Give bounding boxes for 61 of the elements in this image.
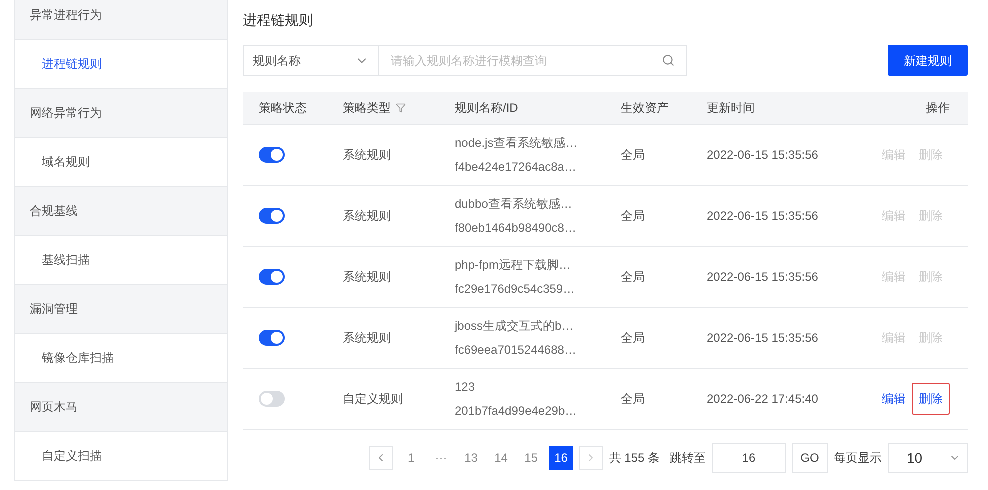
column-header: 生效资产 xyxy=(621,100,669,117)
column-header: 规则名称/ID xyxy=(455,100,518,117)
rule-id: f80eb1464b98490c8… xyxy=(455,220,578,237)
table-cell: 系统规则 xyxy=(343,331,391,345)
sidebar-item[interactable]: 网页木马 xyxy=(15,383,227,432)
table-cell: 2022-06-15 15:35:56 xyxy=(707,148,818,162)
search-icon xyxy=(662,54,675,67)
table-cell: 全局 xyxy=(621,148,645,162)
rule-id: fc69eea7015244688… xyxy=(455,342,578,359)
jump-label: 跳转至 xyxy=(670,450,706,467)
table-cell: 全局 xyxy=(621,331,645,345)
table-cell: 全局 xyxy=(621,270,645,284)
toggle-switch[interactable] xyxy=(259,147,285,163)
rule-name: node.js查看系统敏感… xyxy=(455,135,579,152)
page-size-dropdown[interactable]: 10 xyxy=(888,443,968,473)
column-header: 更新时间 xyxy=(707,100,755,117)
rule-name: php-fpm远程下载脚… xyxy=(455,257,572,274)
edit-link[interactable]: 编辑 xyxy=(880,390,908,408)
page-button[interactable]: 16 xyxy=(549,446,574,470)
toggle-switch[interactable] xyxy=(259,269,285,285)
page-button[interactable]: 14 xyxy=(489,446,514,470)
rule-name: 123 xyxy=(455,379,476,396)
toggle-switch[interactable] xyxy=(259,208,285,224)
table-cell: 系统规则 xyxy=(343,270,391,284)
page-button[interactable]: 1 xyxy=(399,446,424,470)
page-title: 进程链规则 xyxy=(243,11,314,30)
rule-id: fc29e176d9c54c359… xyxy=(455,281,576,298)
column-header: 策略类型 xyxy=(343,100,391,117)
rule-id: 201b7fa4d99e4e29b… xyxy=(455,403,578,420)
sidebar-item[interactable]: 合规基线 xyxy=(15,187,227,236)
search-field[interactable]: 请输入规则名称进行模糊查询 xyxy=(379,45,687,76)
total-count: 共 155 条 xyxy=(609,450,660,467)
page-input[interactable]: 16 xyxy=(712,443,786,473)
sidebar-item[interactable]: 漏洞管理 xyxy=(15,285,227,334)
table-cell: 2022-06-15 15:35:56 xyxy=(707,270,818,284)
page-button[interactable]: 15 xyxy=(519,446,544,470)
table-cell: 自定义规则 xyxy=(343,392,403,406)
table-cell: 系统规则 xyxy=(343,148,391,162)
delete-link[interactable]: 删除 xyxy=(912,383,950,415)
new-rule-button[interactable]: 新建规则 xyxy=(888,45,968,76)
rule-name: dubbo查看系统敏感… xyxy=(455,196,574,213)
filter-icon[interactable] xyxy=(396,103,406,113)
filter-dropdown[interactable]: 规则名称 xyxy=(243,45,379,76)
rule-id: f4be424e17264ac8a… xyxy=(455,159,578,176)
table-cell: 全局 xyxy=(621,392,645,406)
table-cell: 系统规则 xyxy=(343,209,391,223)
column-header: 策略状态 xyxy=(259,100,307,117)
go-button[interactable]: GO xyxy=(792,443,828,473)
toggle-switch[interactable] xyxy=(259,330,285,346)
sidebar-item[interactable]: 网络异常行为 xyxy=(15,89,227,138)
toggle-switch[interactable] xyxy=(259,391,285,407)
rule-name: jboss生成交互式的b… xyxy=(455,318,575,335)
table-cell: 2022-06-22 17:45:40 xyxy=(707,392,818,406)
page-size-label: 每页显示 xyxy=(834,450,882,467)
table-cell: 全局 xyxy=(621,209,645,223)
page-button[interactable]: 13 xyxy=(459,446,484,470)
page-button[interactable]: ··· xyxy=(429,446,454,470)
sidebar-item[interactable]: 异常进程行为 xyxy=(15,0,227,40)
column-header: 操作 xyxy=(926,100,950,117)
table-cell: 2022-06-15 15:35:56 xyxy=(707,331,818,345)
table-cell: 2022-06-15 15:35:56 xyxy=(707,209,818,223)
